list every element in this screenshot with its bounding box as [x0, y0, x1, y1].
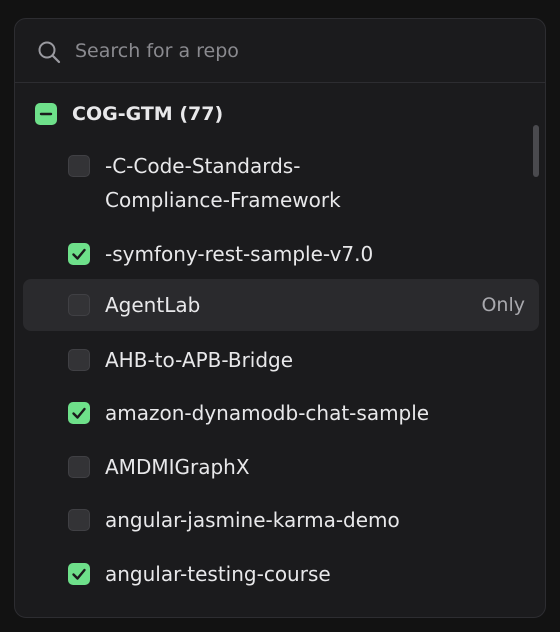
list-item[interactable]: AHB-to-APB-Bridge [15, 343, 545, 377]
repo-checkbox[interactable] [68, 402, 90, 424]
repo-checkbox[interactable] [68, 456, 90, 478]
repo-picker-panel: COG-GTM (77) -C-Code-Standards- Complian… [14, 18, 546, 618]
list-item[interactable]: amazon-dynamodb-chat-sample [15, 396, 545, 430]
repo-label: -C-Code-Standards- [105, 154, 301, 178]
search-icon [38, 41, 61, 64]
repo-checkbox[interactable] [68, 294, 90, 316]
repo-checkbox[interactable] [68, 349, 90, 371]
group-row[interactable]: COG-GTM (77) [15, 97, 545, 131]
repo-label: AHB-to-APB-Bridge [105, 348, 294, 372]
repo-checkbox[interactable] [68, 563, 90, 585]
list-item[interactable]: angular-jasmine-karma-demo [15, 503, 545, 537]
scrollbar-thumb[interactable] [533, 125, 539, 177]
search-bar [15, 19, 545, 83]
search-input[interactable] [75, 33, 515, 69]
repo-checkbox[interactable] [68, 509, 90, 531]
only-button[interactable]: Only [481, 288, 525, 322]
list-item[interactable]: -C-Code-Standards- Compliance-Framework [15, 149, 545, 217]
checkmark-icon [72, 248, 86, 260]
repo-label: AMDMIGraphX [105, 455, 250, 479]
list-item[interactable]: -symfony-rest-sample-v7.0 [15, 237, 545, 271]
repo-label: angular-jasmine-karma-demo [105, 508, 400, 532]
repo-label: amazon-dynamodb-chat-sample [105, 401, 430, 425]
list-item[interactable]: AgentLab Only [23, 279, 539, 331]
checkmark-icon [72, 568, 86, 580]
repo-label: angular-testing-course [105, 562, 331, 586]
repo-label: AgentLab [105, 293, 201, 317]
list-item-partial[interactable] [15, 611, 545, 617]
checkmark-icon [72, 407, 86, 419]
repo-checkbox[interactable] [68, 243, 90, 265]
list-item[interactable]: angular-testing-course [15, 557, 545, 591]
repo-label: -symfony-rest-sample-v7.0 [105, 242, 374, 266]
repo-list: COG-GTM (77) -C-Code-Standards- Complian… [15, 83, 545, 617]
repo-label: Compliance-Framework [105, 188, 341, 212]
group-label: COG-GTM (77) [72, 103, 224, 125]
repo-checkbox[interactable] [68, 155, 90, 177]
list-item[interactable]: AMDMIGraphX [15, 450, 545, 484]
group-checkbox[interactable] [35, 103, 57, 125]
minus-icon [39, 112, 53, 116]
